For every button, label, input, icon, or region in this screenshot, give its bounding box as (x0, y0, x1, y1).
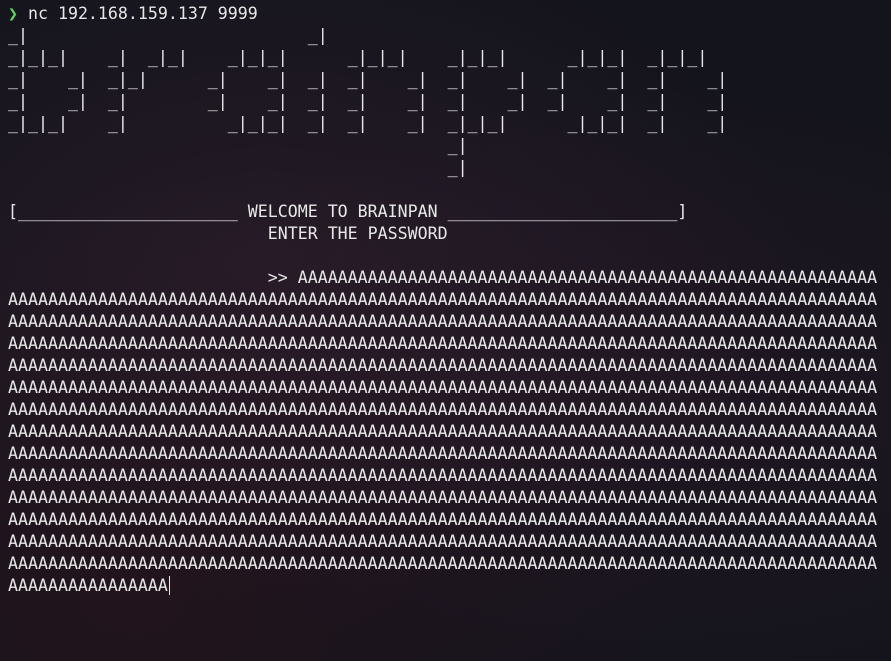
password-input-value[interactable]: AAAAAAAAAAAAAAAAAAAAAAAAAAAAAAAAAAAAAAAA… (8, 268, 877, 595)
welcome-banner: [______________________ WELCOME TO BRAIN… (8, 202, 688, 221)
text-cursor (168, 576, 171, 595)
password-input-line[interactable]: >> AAAAAAAAAAAAAAAAAAAAAAAAAAAAAAAAAAAAA… (8, 267, 877, 597)
command-line: ❯ nc 192.168.159.137 9999 (8, 3, 877, 25)
brainpan-ascii-banner: _| _| _|_|_| _| _|_| _|_|_| _|_|_| _|_|_… (8, 26, 728, 177)
terminal-window[interactable]: ❯ nc 192.168.159.137 9999 _| _| _|_|_| _|… (0, 0, 891, 661)
prompt-chevron-icon: ❯ (8, 4, 18, 23)
command-text: nc 192.168.159.137 9999 (18, 4, 258, 23)
terminal-output: ❯ nc 192.168.159.137 9999 _| _| _|_|_| _|… (8, 3, 877, 597)
input-prefix: >> (8, 268, 298, 287)
password-prompt: ENTER THE PASSWORD (8, 224, 448, 243)
